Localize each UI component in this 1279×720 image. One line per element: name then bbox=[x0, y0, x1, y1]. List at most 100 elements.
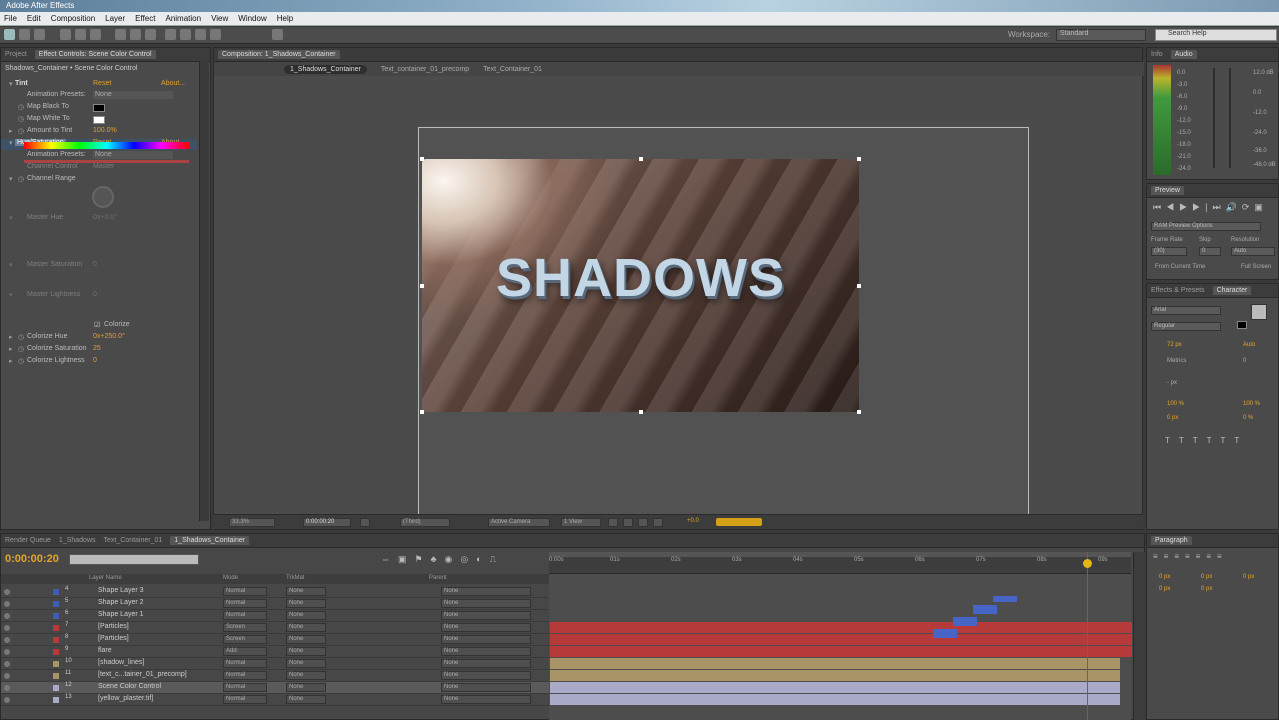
layer-handle[interactable] bbox=[639, 410, 643, 414]
colorize-row[interactable]: ☑ Colorize bbox=[1, 321, 197, 332]
master-hue-dial[interactable] bbox=[92, 186, 114, 208]
layer-name[interactable]: [Particles] bbox=[98, 623, 129, 630]
axis-mode-icon[interactable] bbox=[272, 29, 283, 40]
resolution-select[interactable]: Auto bbox=[1231, 247, 1275, 256]
track-matte-select[interactable]: None bbox=[286, 671, 326, 680]
resolution-select[interactable]: (Third) bbox=[400, 518, 450, 527]
layer-handle[interactable] bbox=[420, 284, 424, 288]
align-buttons[interactable]: ≡≡≡≡≡≡≡ bbox=[1153, 552, 1228, 561]
snapshot-icon[interactable] bbox=[360, 518, 370, 527]
tsume-value[interactable]: 0 % bbox=[1243, 415, 1253, 421]
visibility-eye-icon[interactable] bbox=[4, 601, 10, 607]
tab-render-queue[interactable]: Render Queue bbox=[5, 537, 51, 544]
visibility-eye-icon[interactable] bbox=[4, 661, 10, 667]
viewer-timecode[interactable]: 0:00:00:20 bbox=[303, 518, 351, 527]
font-style-select[interactable]: Regular bbox=[1151, 322, 1221, 331]
layer-name[interactable]: [text_c...tainer_01_precomp] bbox=[98, 671, 187, 678]
shape-keyframe-bar[interactable] bbox=[953, 617, 977, 626]
zoom-select[interactable]: 33.3% bbox=[229, 518, 275, 527]
timeline-icon[interactable] bbox=[638, 518, 648, 527]
baseline-shift-value[interactable]: 0 px bbox=[1167, 415, 1178, 421]
map-white-to-row[interactable]: ◷ Map White To bbox=[1, 115, 197, 126]
stopwatch-icon[interactable]: ◷ bbox=[18, 357, 24, 365]
blend-mode-select[interactable]: Normal bbox=[223, 659, 267, 668]
tab-text-container-01[interactable]: Text_Container_01 bbox=[104, 537, 163, 544]
layer-row[interactable]: 6 Shape Layer 1 Normal None None bbox=[1, 610, 549, 622]
breadcrumb-item[interactable]: Text_Container_01 bbox=[483, 66, 542, 73]
blend-mode-select[interactable]: Add bbox=[223, 647, 267, 656]
blend-mode-select[interactable]: Normal bbox=[223, 671, 267, 680]
tab-project[interactable]: Project bbox=[5, 51, 27, 58]
colorize-saturation-row[interactable]: ▸ ◷ Colorize Saturation 25 bbox=[1, 345, 197, 356]
tab-info[interactable]: Info bbox=[1151, 51, 1163, 58]
horizontal-scale-value[interactable]: 100 % bbox=[1243, 401, 1260, 407]
indent-first-value[interactable]: 0 px bbox=[1201, 574, 1212, 580]
space-after-value[interactable]: 0 px bbox=[1201, 586, 1212, 592]
track-matte-select[interactable]: None bbox=[286, 647, 326, 656]
stroke-width-value[interactable]: - px bbox=[1167, 380, 1177, 386]
channel-range-hue-strip[interactable] bbox=[24, 142, 189, 149]
track-matte-select[interactable]: None bbox=[286, 635, 326, 644]
layer-row[interactable]: 8 [Particles] Screen None None bbox=[1, 634, 549, 646]
blend-mode-select[interactable]: Normal bbox=[223, 611, 267, 620]
layer-row[interactable]: 9 flare Add None None bbox=[1, 646, 549, 658]
master-lightness-row[interactable]: ▾ Master Lightness 0 bbox=[1, 291, 197, 302]
visibility-eye-icon[interactable] bbox=[4, 613, 10, 619]
parent-select[interactable]: None bbox=[441, 587, 531, 596]
stopwatch-icon[interactable]: ◷ bbox=[18, 103, 24, 111]
audio-slider-track[interactable] bbox=[1229, 68, 1231, 168]
layer-row[interactable]: 10 [shadow_lines] Normal None None bbox=[1, 658, 549, 670]
label-color-swatch[interactable] bbox=[53, 661, 59, 667]
composition-frame[interactable]: SHADOWS bbox=[422, 159, 859, 412]
track-matte-select[interactable]: None bbox=[286, 695, 326, 704]
expand-triangle-icon[interactable]: ▾ bbox=[9, 175, 13, 183]
visibility-eye-icon[interactable] bbox=[4, 637, 10, 643]
frame-rate-select[interactable]: (30) bbox=[1151, 247, 1187, 256]
menu-effect[interactable]: Effect bbox=[135, 14, 155, 23]
parent-select[interactable]: None bbox=[441, 599, 531, 608]
expand-triangle-icon[interactable]: ▾ bbox=[9, 139, 13, 147]
label-color-swatch[interactable] bbox=[53, 649, 59, 655]
layer-name[interactable]: Shape Layer 1 bbox=[98, 611, 144, 618]
menu-layer[interactable]: Layer bbox=[105, 14, 125, 23]
stopwatch-icon[interactable]: ◷ bbox=[18, 127, 24, 135]
amount-to-tint-row[interactable]: ▸ ◷ Amount to Tint 100.0% bbox=[1, 127, 197, 138]
workspace-select[interactable]: Standard bbox=[1056, 29, 1146, 41]
tab-1-shadows-container[interactable]: 1_Shadows_Container bbox=[170, 536, 250, 545]
label-color-swatch[interactable] bbox=[53, 637, 59, 643]
visibility-eye-icon[interactable] bbox=[4, 649, 10, 655]
layer-duration-bar[interactable] bbox=[550, 634, 1132, 645]
faux-style-buttons[interactable]: TTTTTT bbox=[1165, 436, 1248, 445]
layer-row[interactable]: 12 Scene Color Control Normal None None bbox=[1, 682, 549, 694]
menu-help[interactable]: Help bbox=[277, 14, 293, 23]
menu-animation[interactable]: Animation bbox=[165, 14, 201, 23]
from-current-time-checkbox[interactable]: From Current Time bbox=[1155, 264, 1205, 270]
visibility-eye-icon[interactable] bbox=[4, 589, 10, 595]
visibility-eye-icon[interactable] bbox=[4, 673, 10, 679]
layer-row[interactable]: 5 Shape Layer 2 Normal None None bbox=[1, 598, 549, 610]
ram-preview-options-select[interactable]: RAM Preview Options bbox=[1151, 222, 1261, 231]
brush-tool-icon[interactable] bbox=[165, 29, 176, 40]
tint-animation-presets-row[interactable]: Animation Presets: None bbox=[1, 91, 197, 102]
layer-name[interactable]: Shape Layer 3 bbox=[98, 587, 144, 594]
shape-keyframe-bar[interactable] bbox=[993, 596, 1017, 602]
layer-duration-bar[interactable] bbox=[550, 622, 1132, 633]
menu-composition[interactable]: Composition bbox=[51, 14, 95, 23]
expand-triangle-icon[interactable]: ▾ bbox=[9, 80, 13, 88]
timeline-switches[interactable]: ⇔▣⚑♣◉◎◐⎍ bbox=[381, 554, 504, 565]
selection-tool-icon[interactable] bbox=[4, 29, 15, 40]
visibility-eye-icon[interactable] bbox=[4, 685, 10, 691]
font-size-value[interactable]: 72 px bbox=[1167, 342, 1182, 348]
layer-handle[interactable] bbox=[420, 410, 424, 414]
tab-character[interactable]: Character bbox=[1212, 286, 1252, 295]
colorize-checkbox[interactable]: ☑ bbox=[94, 321, 100, 329]
blend-mode-select[interactable]: Normal bbox=[223, 695, 267, 704]
tracking-value[interactable]: 0 bbox=[1243, 358, 1246, 364]
layer-handle[interactable] bbox=[420, 157, 424, 161]
indent-right-value[interactable]: 0 px bbox=[1243, 574, 1254, 580]
font-family-select[interactable]: Arial bbox=[1151, 306, 1221, 315]
tab-audio[interactable]: Audio bbox=[1170, 50, 1197, 59]
parent-select[interactable]: None bbox=[441, 623, 531, 632]
layer-duration-bar[interactable] bbox=[550, 670, 1120, 681]
timeline-scrollbar[interactable] bbox=[1133, 552, 1145, 720]
